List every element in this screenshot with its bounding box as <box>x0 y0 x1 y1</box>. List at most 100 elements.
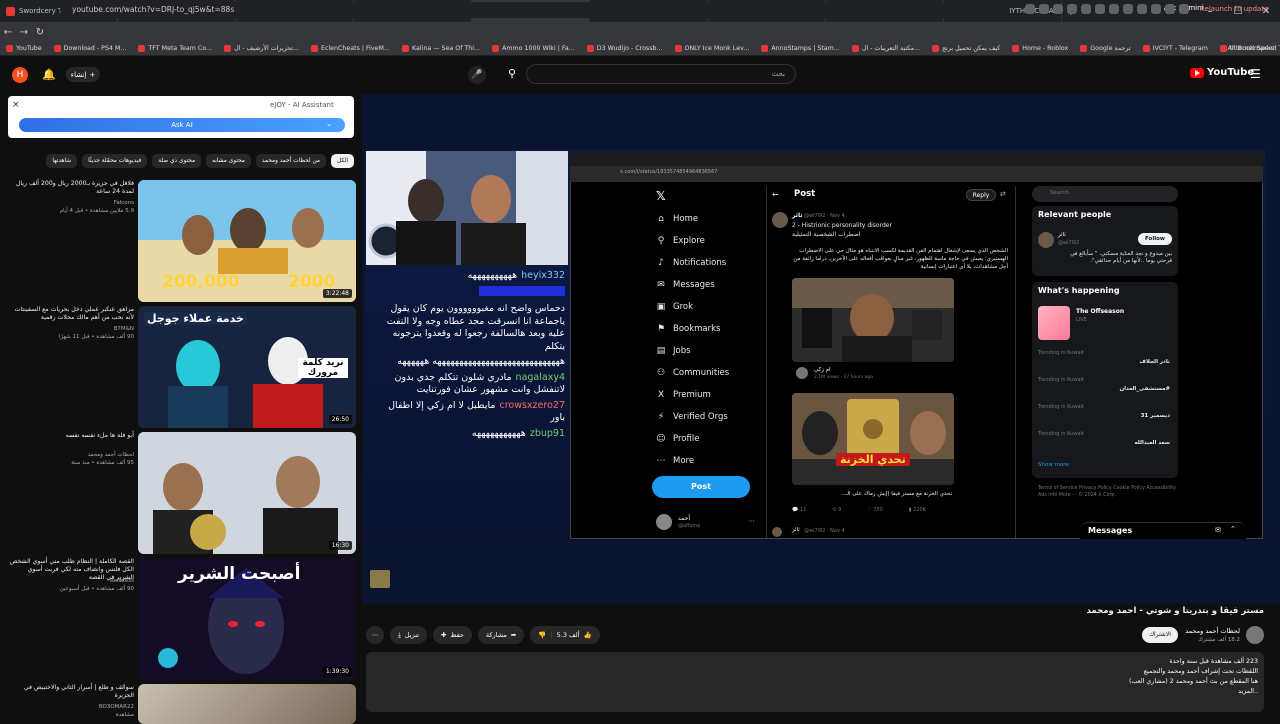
bookmark-item[interactable]: IVCIYT - Telegram <box>1137 45 1214 52</box>
back-icon[interactable]: ← <box>0 27 16 38</box>
search-icon[interactable]: ⚲ <box>500 64 524 84</box>
hamburger-menu-icon[interactable]: ☰ <box>1250 67 1261 81</box>
filter-chip[interactable]: فيديوهات محمّلة حديثًا <box>82 154 148 168</box>
bookmark-item[interactable]: كيف يمكن تحميل برنج <box>926 45 1006 52</box>
filter-chip[interactable]: من لحظات أحمد ومحمد <box>255 154 327 168</box>
filter-chip[interactable]: شاهدتها <box>46 154 78 168</box>
dislike-icon[interactable]: 👎 <box>538 631 546 639</box>
extension-icon[interactable] <box>1067 4 1077 14</box>
channel-avatar[interactable] <box>1246 626 1264 644</box>
video-thumbnail[interactable]: أصبحت الشرير 1:39:30 <box>138 558 356 680</box>
forward-icon[interactable]: → <box>16 27 32 38</box>
video-title-link[interactable]: مراهق عنكبر عملي دخل بحريات مع السفينتات… <box>8 306 134 322</box>
bookmark-item[interactable]: مكتبة التعريبات - ال... <box>846 45 926 52</box>
close-icon[interactable]: × <box>12 100 20 110</box>
save-button[interactable]: ✚ حفظ <box>432 626 472 644</box>
video-channel[interactable]: Relaxess <box>8 578 134 584</box>
subscribe-button[interactable]: الاشتراك <box>1142 627 1178 643</box>
tweet-author-avatar[interactable] <box>772 212 788 228</box>
trend-name[interactable]: سعد العبدالله <box>1038 440 1170 446</box>
reload-icon[interactable]: ↻ <box>32 27 48 38</box>
twitter-nav-explore[interactable]: ⚲ Explore <box>656 236 705 246</box>
video-thumbnail[interactable]: خدمة عملاء جوجل نريد كلمة مرورك 26:50 <box>138 306 356 428</box>
filter-chip[interactable]: محتوى ذي صلة <box>152 154 202 168</box>
more-actions-button[interactable]: ⋯ <box>366 626 384 644</box>
video-channel[interactable]: B7M&N <box>8 326 134 332</box>
video-thumbnail[interactable]: 200,000 2000 3:22:48 <box>138 180 356 302</box>
search-input[interactable]: بحث <box>526 64 796 84</box>
bookmark-item[interactable]: YouTube <box>0 45 48 52</box>
tweet-post-button[interactable]: Post <box>652 476 750 498</box>
extension-icon[interactable] <box>1137 4 1147 14</box>
reply-count[interactable]: 💬 12 <box>792 507 806 513</box>
repost-count[interactable]: ⟲ 9 <box>832 507 841 513</box>
twitter-nav-premium[interactable]: X Premium <box>656 390 711 400</box>
relevant-avatar[interactable] <box>1038 232 1054 248</box>
back-arrow-icon[interactable]: ← <box>772 190 779 199</box>
video-title-link[interactable]: أبو فلة ها ملء نفسه نفسه <box>8 432 134 440</box>
bookmark-item[interactable]: Kalina — Sea Of Thi... <box>396 45 486 52</box>
twitter-user-avatar[interactable] <box>656 514 672 530</box>
extension-icon[interactable] <box>1123 4 1133 14</box>
video-thumbnail[interactable]: 16:30 <box>138 432 356 554</box>
mic-icon[interactable]: 🎤 <box>468 66 486 84</box>
ask-ai-button[interactable]: Ask AI <box>19 118 345 132</box>
extension-icon[interactable] <box>1039 4 1049 14</box>
view-count[interactable]: ▮ 220K <box>909 507 926 513</box>
show-more-link[interactable]: Show more <box>1038 462 1069 468</box>
chat-username[interactable]: zbup91 <box>530 428 565 441</box>
chat-username[interactable]: heyix332 <box>521 270 565 283</box>
like-count[interactable]: ♡ 780 <box>867 507 883 513</box>
twitter-nav-notifications[interactable]: ♪ Notifications <box>656 258 726 268</box>
extension-icon[interactable] <box>1095 4 1105 14</box>
filter-chip[interactable]: محتوى مشابه <box>206 154 251 168</box>
bookmark-item[interactable]: تحريرات الأرشيف - ال... <box>218 45 305 52</box>
twitter-nav-jobs[interactable]: ▤ Jobs <box>656 346 691 356</box>
tweet-video-2[interactable]: تحدي الخزنة <box>792 393 954 485</box>
trend-name[interactable]: نادر الجلاف <box>1038 359 1170 365</box>
twitter-nav-bookmarks[interactable]: ⚑ Bookmarks <box>656 324 721 334</box>
bookmark-item[interactable]: ONLY Ice Monk Lev... <box>669 45 756 52</box>
twitter-nav-verified-orgs[interactable]: ⚡ Verified Orgs <box>656 412 728 422</box>
chat-username[interactable]: crowsxzero27 <box>499 400 565 413</box>
trend-name[interactable]: #مستشفى_العدان <box>1038 386 1170 392</box>
bookmark-item[interactable]: Download - PS4 M... <box>48 45 133 52</box>
like-dislike-button[interactable]: 👎 | 5.3 ألف 👍 <box>530 626 600 644</box>
filter-chip[interactable]: الكل <box>331 154 354 168</box>
follow-button[interactable]: Follow <box>1138 233 1172 245</box>
video-thumbnail[interactable] <box>138 684 356 724</box>
youtube-logo[interactable]: YouTube <box>1190 67 1254 78</box>
like-icon[interactable]: 👍 <box>584 631 592 639</box>
channel-name[interactable]: لحظات أحمد ومحمد <box>1180 627 1240 635</box>
reply-button[interactable]: Reply <box>966 189 996 201</box>
twitter-nav-communities[interactable]: ⚇ Communities <box>656 368 729 378</box>
extension-icon[interactable] <box>1109 4 1119 14</box>
video-title-link[interactable]: سوالف و طلع | أسرار التاتي والاختبيص في … <box>8 684 134 700</box>
twitter-nav-messages[interactable]: ✉ Messages <box>656 280 714 290</box>
extension-icon[interactable] <box>1025 4 1035 14</box>
bookmark-item[interactable]: EclenCheats | FiveM... <box>305 45 396 52</box>
twitter-nav-home[interactable]: ⌂ Home <box>656 214 698 224</box>
extension-icon[interactable] <box>1165 4 1175 14</box>
tweet-video-1[interactable] <box>792 278 954 362</box>
extension-icon[interactable] <box>1081 4 1091 14</box>
extension-icon[interactable] <box>1053 4 1063 14</box>
chevron-down-icon[interactable]: ⌄ <box>326 120 332 128</box>
video-channel[interactable]: لحظات أحمد ومحمد <box>8 452 134 458</box>
bookmark-item[interactable]: Home - Roblox <box>1006 45 1074 52</box>
video-title-link[interactable]: فلافل في جزيرة بـ2000 ريال و200 ألف ريال… <box>8 180 134 196</box>
all-bookmarks-button[interactable]: All Bookmarks <box>1228 44 1274 52</box>
trend-name[interactable]: ديسمبر 31 <box>1038 413 1170 419</box>
extension-icon[interactable] <box>1151 4 1161 14</box>
x-logo-icon[interactable]: 𝕏 <box>656 189 666 203</box>
new-message-icon[interactable]: ✉ <box>1215 526 1221 534</box>
twitter-nav-grok[interactable]: ▣ Grok <box>656 302 693 312</box>
chevron-up-icon[interactable]: ⌃ <box>1230 525 1236 533</box>
create-button[interactable]: إنشاء + <box>66 67 100 82</box>
event-thumbnail[interactable] <box>1038 306 1070 340</box>
video-channel[interactable]: Falcons <box>8 200 134 206</box>
twitter-nav-more[interactable]: ⋯ More <box>656 456 695 466</box>
relaunch-button[interactable]: Relaunch to update <box>1200 5 1268 13</box>
bookmark-item[interactable]: AnnoStamps | Stam... <box>755 45 845 52</box>
bookmark-item[interactable]: Google ترجمة <box>1074 45 1136 52</box>
